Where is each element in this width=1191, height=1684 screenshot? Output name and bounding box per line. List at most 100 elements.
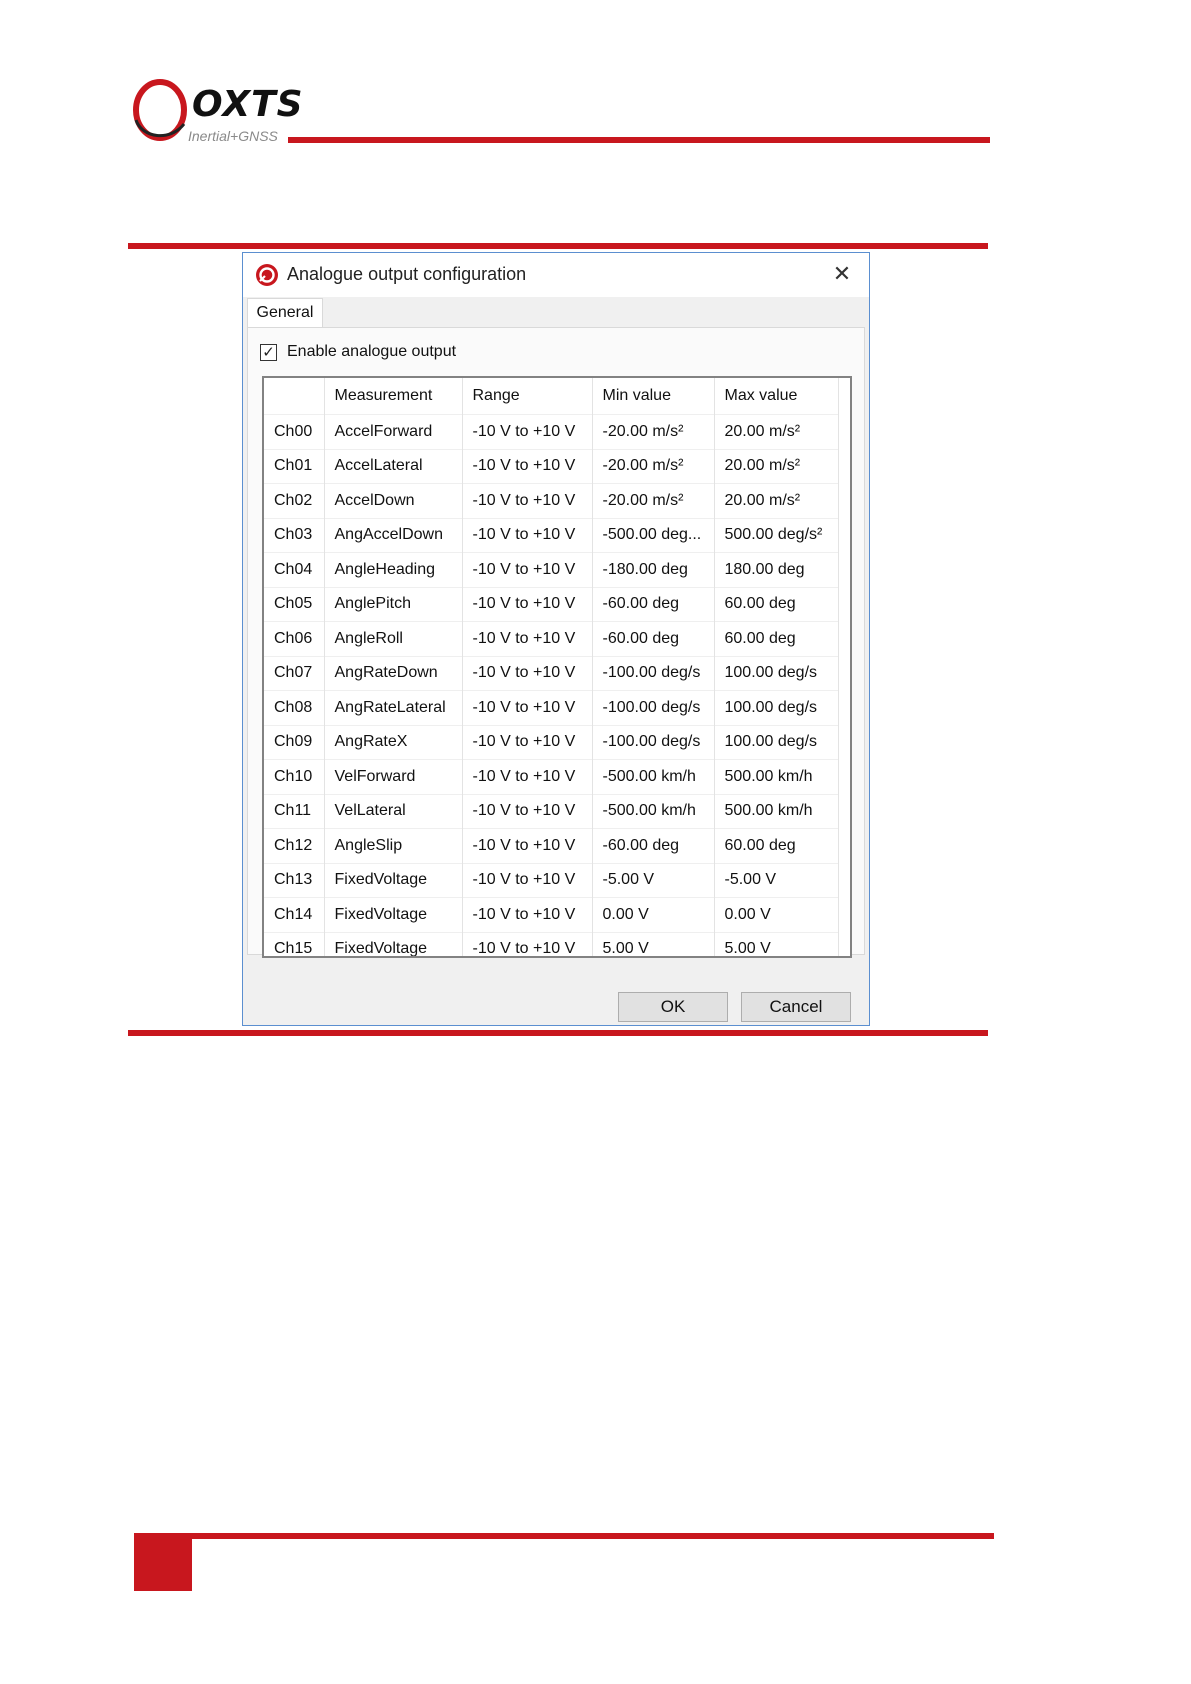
min-value-cell[interactable]: -60.00 deg bbox=[592, 586, 715, 622]
channel-cell[interactable]: Ch06 bbox=[264, 621, 325, 656]
measurement-cell[interactable]: AngleSlip bbox=[324, 828, 463, 863]
measurement-cell[interactable]: VelLateral bbox=[324, 793, 463, 829]
max-value-cell[interactable]: 500.00 km/h bbox=[714, 793, 839, 829]
channel-cell[interactable]: Ch12 bbox=[264, 828, 325, 863]
table-row[interactable]: Ch05 AnglePitch -10 V to +10 V -60.00 deg 60… bbox=[264, 586, 839, 622]
max-value-cell[interactable]: 100.00 deg/s bbox=[714, 690, 839, 725]
measurement-cell[interactable]: AngRateDown bbox=[324, 655, 463, 691]
table-row[interactable]: Ch13 FixedVoltage -10 V to +10 V -5.00 V -5.… bbox=[264, 862, 839, 898]
min-value-cell[interactable]: -60.00 deg bbox=[592, 621, 715, 656]
channel-cell[interactable]: Ch14 bbox=[264, 897, 325, 932]
max-value-cell[interactable]: -5.00 V bbox=[714, 862, 839, 898]
min-value-cell[interactable]: -100.00 deg/s bbox=[592, 655, 715, 691]
min-value-cell[interactable]: -500.00 deg... bbox=[592, 517, 715, 553]
range-cell[interactable]: -10 V to +10 V bbox=[462, 621, 593, 656]
min-value-cell[interactable]: 5.00 V bbox=[592, 931, 715, 956]
measurement-cell[interactable]: FixedVoltage bbox=[324, 931, 463, 956]
channel-cell[interactable]: Ch13 bbox=[264, 862, 325, 898]
min-value-cell[interactable]: -20.00 m/s² bbox=[592, 448, 715, 484]
table-row[interactable]: Ch02 AccelDown -10 V to +10 V -20.00 m/s² 20… bbox=[264, 483, 839, 518]
min-value-cell[interactable]: -60.00 deg bbox=[592, 828, 715, 863]
range-cell[interactable]: -10 V to +10 V bbox=[462, 759, 593, 794]
min-value-cell[interactable]: -100.00 deg/s bbox=[592, 690, 715, 725]
measurement-cell[interactable]: AccelLateral bbox=[324, 448, 463, 484]
column-header-measurement[interactable]: Measurement bbox=[324, 378, 463, 415]
column-header-max-value[interactable]: Max value bbox=[714, 378, 839, 415]
range-cell[interactable]: -10 V to +10 V bbox=[462, 517, 593, 553]
measurement-cell[interactable]: AccelForward bbox=[324, 414, 463, 449]
range-cell[interactable]: -10 V to +10 V bbox=[462, 690, 593, 725]
range-cell[interactable]: -10 V to +10 V bbox=[462, 483, 593, 518]
range-cell[interactable]: -10 V to +10 V bbox=[462, 828, 593, 863]
measurement-cell[interactable]: AnglePitch bbox=[324, 586, 463, 622]
channel-cell[interactable]: Ch07 bbox=[264, 655, 325, 691]
max-value-cell[interactable]: 500.00 deg/s² bbox=[714, 517, 839, 553]
min-value-cell[interactable]: -20.00 m/s² bbox=[592, 414, 715, 449]
max-value-cell[interactable]: 20.00 m/s² bbox=[714, 483, 839, 518]
measurement-cell[interactable]: AngRateLateral bbox=[324, 690, 463, 725]
min-value-cell[interactable]: -500.00 km/h bbox=[592, 793, 715, 829]
min-value-cell[interactable]: -20.00 m/s² bbox=[592, 483, 715, 518]
range-cell[interactable]: -10 V to +10 V bbox=[462, 586, 593, 622]
range-cell[interactable]: -10 V to +10 V bbox=[462, 897, 593, 932]
tab-general[interactable]: General bbox=[247, 298, 323, 328]
measurement-cell[interactable]: FixedVoltage bbox=[324, 897, 463, 932]
ok-button[interactable]: OK bbox=[618, 992, 728, 1022]
table-row[interactable]: Ch07 AngRateDown -10 V to +10 V -100.00 deg… bbox=[264, 655, 839, 691]
measurement-cell[interactable]: FixedVoltage bbox=[324, 862, 463, 898]
channel-cell[interactable]: Ch04 bbox=[264, 552, 325, 587]
min-value-cell[interactable]: -180.00 deg bbox=[592, 552, 715, 587]
range-cell[interactable]: -10 V to +10 V bbox=[462, 724, 593, 760]
min-value-cell[interactable]: -500.00 km/h bbox=[592, 759, 715, 794]
title-bar[interactable]: Analogue output configuration ✕ bbox=[243, 253, 869, 297]
min-value-cell[interactable]: 0.00 V bbox=[592, 897, 715, 932]
measurement-cell[interactable]: AngAccelDown bbox=[324, 517, 463, 553]
table-row[interactable]: Ch10 VelForward -10 V to +10 V -500.00 km/h… bbox=[264, 759, 839, 794]
table-row[interactable]: Ch00 AccelForward -10 V to +10 V -20.00 m/s… bbox=[264, 414, 839, 449]
cancel-button[interactable]: Cancel bbox=[741, 992, 851, 1022]
channel-cell[interactable]: Ch03 bbox=[264, 517, 325, 553]
table-row[interactable]: Ch12 AngleSlip -10 V to +10 V -60.00 deg 60.… bbox=[264, 828, 839, 863]
enable-analogue-output-checkbox[interactable]: ✓ bbox=[260, 343, 277, 361]
table-row[interactable]: Ch14 FixedVoltage -10 V to +10 V 0.00 V 0.00… bbox=[264, 897, 839, 932]
channel-cell[interactable]: Ch00 bbox=[264, 414, 325, 449]
channel-cell[interactable]: Ch15 bbox=[264, 931, 325, 956]
table-row[interactable]: Ch01 AccelLateral -10 V to +10 V -20.00 m/s… bbox=[264, 448, 839, 484]
range-cell[interactable]: -10 V to +10 V bbox=[462, 862, 593, 898]
channel-cell[interactable]: Ch10 bbox=[264, 759, 325, 794]
measurement-cell[interactable]: AngRateX bbox=[324, 724, 463, 760]
range-cell[interactable]: -10 V to +10 V bbox=[462, 655, 593, 691]
max-value-cell[interactable]: 60.00 deg bbox=[714, 621, 839, 656]
min-value-cell[interactable]: -5.00 V bbox=[592, 862, 715, 898]
close-icon[interactable]: ✕ bbox=[827, 259, 857, 289]
table-row[interactable]: Ch06 AngleRoll -10 V to +10 V -60.00 deg 60.… bbox=[264, 621, 839, 656]
table-row[interactable]: Ch09 AngRateX -10 V to +10 V -100.00 deg/s 1… bbox=[264, 724, 839, 760]
max-value-cell[interactable]: 20.00 m/s² bbox=[714, 414, 839, 449]
max-value-cell[interactable]: 100.00 deg/s bbox=[714, 724, 839, 760]
table-row[interactable]: Ch08 AngRateLateral -10 V to +10 V -100.00 … bbox=[264, 690, 839, 725]
measurement-cell[interactable]: AngleRoll bbox=[324, 621, 463, 656]
range-cell[interactable]: -10 V to +10 V bbox=[462, 552, 593, 587]
range-cell[interactable]: -10 V to +10 V bbox=[462, 931, 593, 956]
enable-analogue-output-option[interactable]: ✓ Enable analogue output bbox=[260, 340, 456, 364]
channel-cell[interactable]: Ch11 bbox=[264, 793, 325, 829]
channel-cell[interactable]: Ch05 bbox=[264, 586, 325, 622]
range-cell[interactable]: -10 V to +10 V bbox=[462, 414, 593, 449]
max-value-cell[interactable]: 0.00 V bbox=[714, 897, 839, 932]
max-value-cell[interactable]: 5.00 V bbox=[714, 931, 839, 956]
channel-cell[interactable]: Ch08 bbox=[264, 690, 325, 725]
measurement-cell[interactable]: AccelDown bbox=[324, 483, 463, 518]
measurement-cell[interactable]: AngleHeading bbox=[324, 552, 463, 587]
channel-grid[interactable]: Measurement Range Min value Max value Ch… bbox=[262, 376, 852, 958]
range-cell[interactable]: -10 V to +10 V bbox=[462, 793, 593, 829]
max-value-cell[interactable]: 500.00 km/h bbox=[714, 759, 839, 794]
table-row[interactable]: Ch03 AngAccelDown -10 V to +10 V -500.00 de… bbox=[264, 517, 839, 553]
table-row[interactable]: Ch11 VelLateral -10 V to +10 V -500.00 km/h… bbox=[264, 793, 839, 829]
max-value-cell[interactable]: 60.00 deg bbox=[714, 586, 839, 622]
max-value-cell[interactable]: 60.00 deg bbox=[714, 828, 839, 863]
table-row[interactable]: Ch04 AngleHeading -10 V to +10 V -180.00 de… bbox=[264, 552, 839, 587]
channel-cell[interactable]: Ch09 bbox=[264, 724, 325, 760]
max-value-cell[interactable]: 180.00 deg bbox=[714, 552, 839, 587]
max-value-cell[interactable]: 100.00 deg/s bbox=[714, 655, 839, 691]
enable-analogue-output-label[interactable]: Enable analogue output bbox=[287, 343, 456, 361]
